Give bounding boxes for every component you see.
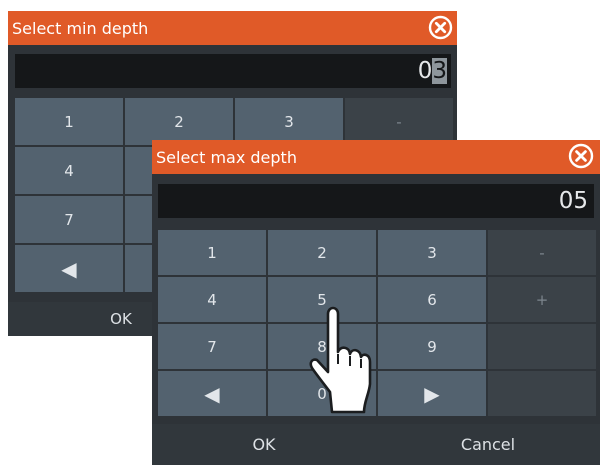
min-depth-value-digits: 0 xyxy=(417,58,433,84)
close-icon[interactable] xyxy=(428,15,453,40)
max-depth-title: Select max depth xyxy=(156,148,297,167)
key-2[interactable]: 2 xyxy=(268,230,376,275)
max-depth-title-bar: Select max depth xyxy=(152,140,600,174)
min-depth-title-bar: Select min depth xyxy=(8,11,457,45)
key-3[interactable]: 3 xyxy=(235,98,343,145)
key-4[interactable]: 4 xyxy=(15,147,123,194)
max-depth-value-field[interactable]: 05 xyxy=(158,184,594,218)
key-9[interactable]: 9 xyxy=(378,324,486,369)
key-2[interactable]: 2 xyxy=(125,98,233,145)
pointing-hand-icon xyxy=(309,306,372,414)
arrow-left-key[interactable]: ◀ xyxy=(15,245,123,292)
minus-key[interactable]: - xyxy=(488,230,596,275)
minus-key[interactable]: - xyxy=(345,98,453,145)
keypad-key xyxy=(488,324,596,369)
key-1[interactable]: 1 xyxy=(158,230,266,275)
key-7[interactable]: 7 xyxy=(15,196,123,243)
max-depth-ok-button[interactable]: OK xyxy=(152,424,376,465)
keypad-key xyxy=(488,371,596,416)
close-icon[interactable] xyxy=(568,143,594,169)
key-6[interactable]: 6 xyxy=(378,277,486,322)
key-3[interactable]: 3 xyxy=(378,230,486,275)
max-depth-footer: OK Cancel xyxy=(152,424,600,465)
arrow-left-key[interactable]: ◀ xyxy=(158,371,266,416)
min-depth-cursor-digit: 3 xyxy=(432,58,447,84)
key-1[interactable]: 1 xyxy=(15,98,123,145)
arrow-right-key[interactable]: ▶ xyxy=(378,371,486,416)
plus-key[interactable]: + xyxy=(488,277,596,322)
min-depth-title: Select min depth xyxy=(12,19,149,38)
key-4[interactable]: 4 xyxy=(158,277,266,322)
max-depth-cancel-button[interactable]: Cancel xyxy=(376,424,600,465)
key-7[interactable]: 7 xyxy=(158,324,266,369)
min-depth-value-field[interactable]: 03 xyxy=(15,54,451,88)
